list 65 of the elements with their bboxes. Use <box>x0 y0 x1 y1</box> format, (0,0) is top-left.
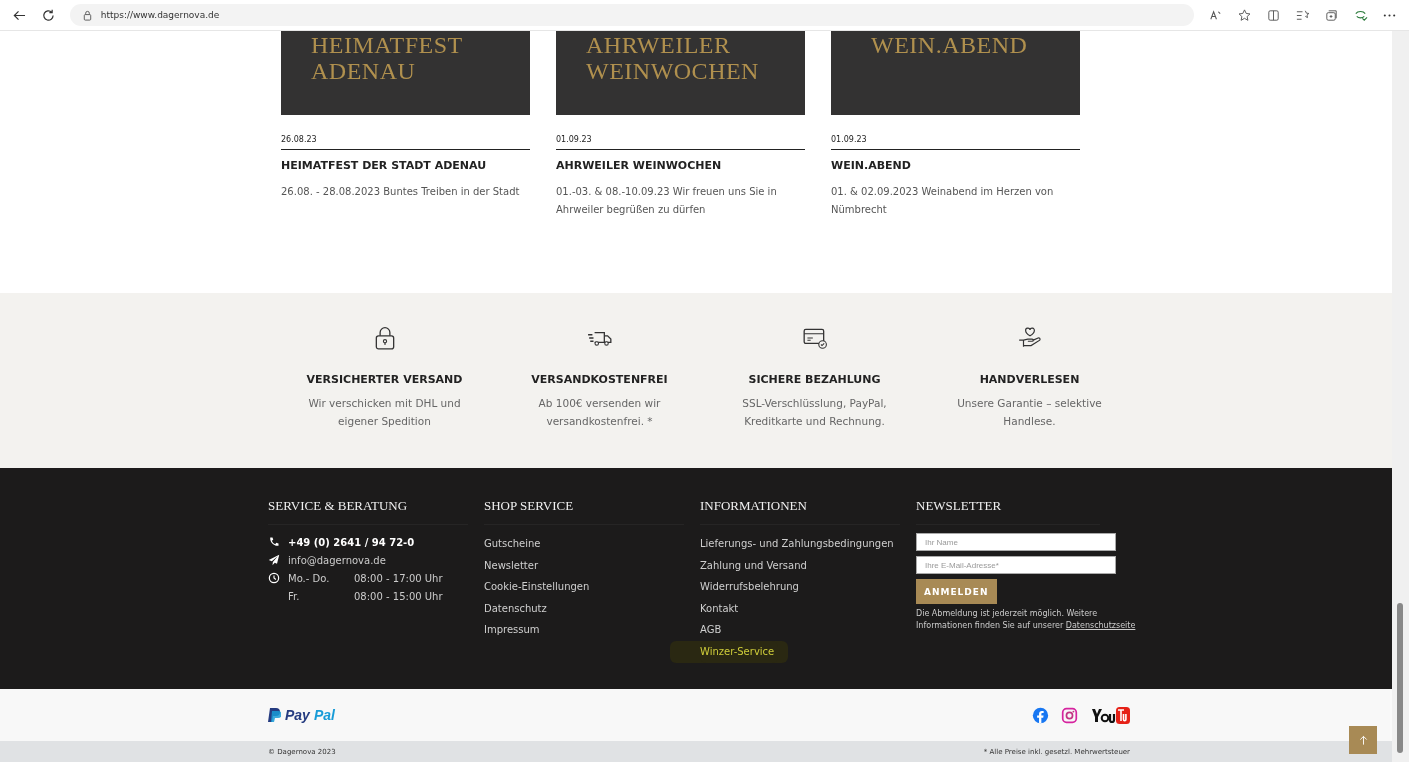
event-description: 01.-03. & 08.-10.09.23 Wir freuen uns Sie in Ahrweiler begrüßen zu dürfen <box>556 185 778 217</box>
email-field[interactable]: Ihre E-Mail-Adresse* <box>916 556 1116 574</box>
feature-description: SSL-Verschlüsslung, PayPal, Kreditkarte und Rechnung. <box>741 396 888 429</box>
footer-link[interactable]: Impressum <box>484 619 544 641</box>
split-screen-icon[interactable] <box>1266 7 1281 23</box>
refresh-icon[interactable] <box>40 7 56 23</box>
footer-link[interactable]: Kontakt <box>700 597 743 620</box>
column-heading: INFORMATIONEN <box>700 498 900 525</box>
star-icon[interactable] <box>1237 7 1252 23</box>
banner-title: WEINWOCHEN <box>586 58 760 84</box>
collections-icon[interactable] <box>1324 7 1339 23</box>
banner-title: AHRWEILER <box>586 32 732 58</box>
feature-title: VERSANDKOSTENFREI <box>531 373 668 386</box>
event-date: 26.08.23 <box>281 135 530 150</box>
event-banner[interactable]: HEIMATFEST ADENAU <box>281 31 530 115</box>
event-date: 01.09.23 <box>831 135 1080 150</box>
feature-description: Ab 100€ versenden wir versandkostenfrei. * <box>537 396 662 429</box>
newsletter-note: Die Abmeldung ist jederzeit möglich. Weitere Informationen finden Sie auf unserer Datenschutzseite <box>916 608 1137 632</box>
footer-link[interactable]: Gutscheine <box>484 533 545 555</box>
column-heading: SHOP SERVICE <box>484 498 684 525</box>
event-date: 01.09.23 <box>556 135 805 150</box>
phone-icon <box>268 536 280 548</box>
paper-plane-icon <box>268 554 280 566</box>
lock-icon <box>81 9 93 21</box>
column-heading: NEWSLETTER <box>916 498 1100 525</box>
feature-title: SICHERE BEZAHLUNG <box>748 373 881 386</box>
event-title[interactable]: AHRWEILER WEINWOCHEN <box>556 159 805 172</box>
banner-title: WEIN.ABEND <box>871 32 1029 58</box>
banner-title: ADENAU <box>311 58 417 84</box>
opening-days: Mo.- Do. <box>288 572 346 584</box>
address-bar[interactable]: https://www.dagernova.de <box>69 4 1194 26</box>
url-text: https://www.dagernova.de <box>100 10 220 20</box>
name-field[interactable]: Ihr Name <box>916 533 1116 551</box>
feature-description: Wir verschicken mit DHL und eigener Spedition <box>307 396 462 429</box>
feature-description: Unsere Garantie – selektive Handlese. <box>956 396 1103 429</box>
footer-link[interactable]: Cookie-Einstellungen <box>484 576 594 598</box>
event-title[interactable]: HEIMATFEST DER STADT ADENAU <box>281 159 530 172</box>
scrollbar[interactable] <box>1392 31 1409 762</box>
facebook-icon[interactable] <box>1032 706 1049 724</box>
footer-link[interactable]: Newsletter <box>484 554 543 577</box>
email-link[interactable]: info@dagernova.de <box>288 554 386 566</box>
banner-title: HEIMATFEST <box>311 32 464 58</box>
event-description: 26.08. - 28.08.2023 Buntes Treiben in der Stadt <box>281 185 521 199</box>
arrow-up-icon <box>1357 734 1369 746</box>
opening-days: Fr. <box>288 590 346 602</box>
scrollbar-thumb[interactable] <box>1397 603 1403 753</box>
feature-title: VERSICHERTER VERSAND <box>306 373 463 386</box>
footer-link[interactable]: AGB <box>700 619 726 641</box>
instagram-icon[interactable] <box>1061 706 1078 724</box>
column-heading: SERVICE & BERATUNG <box>268 498 468 525</box>
privacy-link[interactable]: Datenschutzseite <box>1065 621 1136 630</box>
footer-link[interactable]: Datenschutz <box>484 597 551 620</box>
phone-number[interactable]: +49 (0) 2641 / 94 72-0 <box>288 536 415 548</box>
opening-hours: 08:00 - 15:00 Uhr <box>354 590 443 602</box>
opening-hours: 08:00 - 17:00 Uhr <box>354 572 443 584</box>
event-banner[interactable]: WEIN.ABEND <box>831 31 1080 115</box>
footer-link[interactable]: Zahlung und Versand <box>700 554 811 577</box>
footer-link[interactable]: Widerrufsbelehrung <box>700 576 803 598</box>
event-title[interactable]: WEIN.ABEND <box>831 159 1080 172</box>
youtube-icon[interactable] <box>1090 706 1130 724</box>
event-description: 01. & 02.09.2023 Weinabend im Herzen von Nümbrecht <box>831 185 1055 217</box>
footer-link[interactable]: Lieferungs- und Zahlungsbedingungen <box>700 533 898 555</box>
clock-icon <box>268 572 280 584</box>
event-banner[interactable]: AHRWEILER WEINWOCHEN <box>556 31 805 115</box>
feature-title: HANDVERLESEN <box>979 373 1080 386</box>
